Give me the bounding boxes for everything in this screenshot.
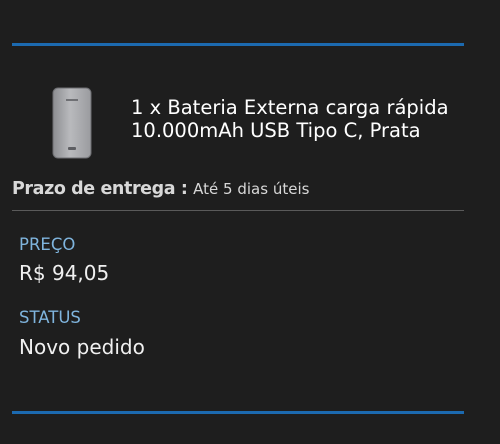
- delivery-value: Até 5 dias úteis: [193, 180, 310, 198]
- power-bank-image: [52, 87, 92, 159]
- price-label: PREÇO: [19, 235, 76, 254]
- status-label: STATUS: [19, 308, 81, 327]
- delivery-label: Prazo de entrega :: [12, 179, 194, 199]
- status-value: Novo pedido: [19, 335, 145, 359]
- section-divider: [12, 210, 464, 211]
- delivery-info: Prazo de entrega : Até 5 dias úteis: [12, 179, 309, 199]
- top-divider: [12, 43, 464, 46]
- bottom-divider: [12, 411, 464, 414]
- product-name: 1 x Bateria Externa carga rápida 10.000m…: [131, 96, 449, 142]
- price-value: R$ 94,05: [19, 261, 110, 285]
